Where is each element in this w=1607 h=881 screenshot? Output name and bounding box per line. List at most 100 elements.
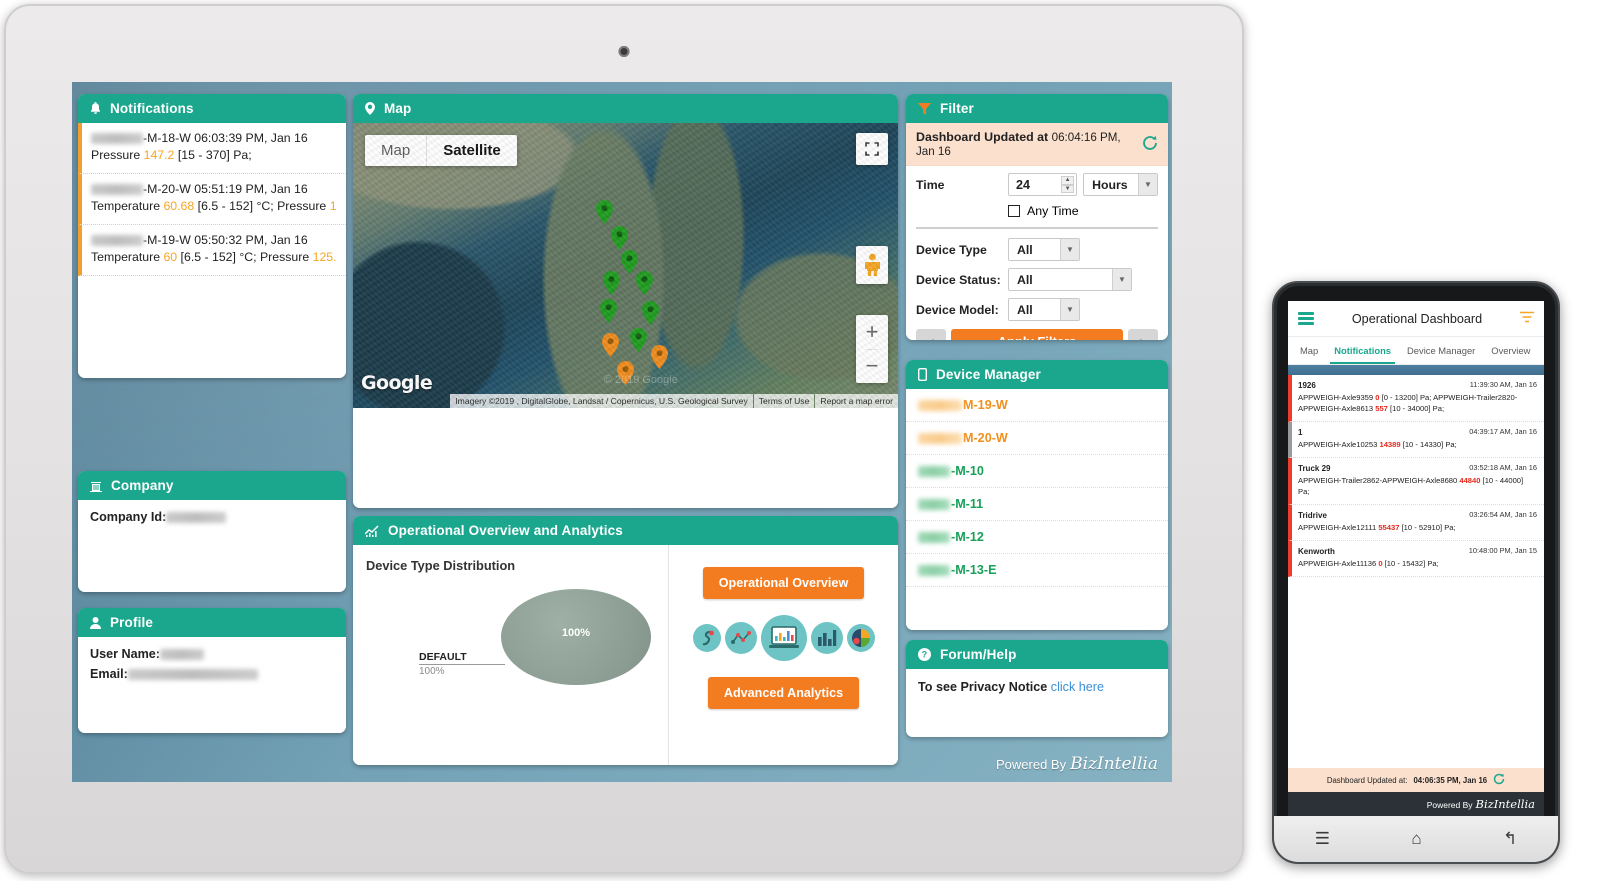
advanced-analytics-button[interactable]: Advanced Analytics <box>707 677 860 709</box>
map-marker-pin[interactable] <box>602 333 619 357</box>
map-marker-pin[interactable] <box>651 345 668 369</box>
pie-legend-label: DEFAULT <box>419 651 467 663</box>
device-list-item[interactable]: -M-12 <box>906 521 1168 554</box>
home-icon[interactable]: ⌂ <box>1411 829 1421 849</box>
pie-chart-icon[interactable] <box>846 624 875 652</box>
profile-body: User Name: Email: <box>78 637 346 733</box>
device-type-select[interactable]: All ▼ <box>1008 238 1080 261</box>
map-marker-pin[interactable] <box>603 271 620 295</box>
privacy-notice-link[interactable]: click here <box>1051 680 1104 694</box>
chevron-down-icon[interactable]: ▼ <box>1060 239 1079 260</box>
map-marker-pin[interactable] <box>642 301 659 325</box>
phone-notification-timestamp: 03:26:54 AM, Jan 16 <box>1469 509 1537 519</box>
chevron-down-icon[interactable]: ▼ <box>1060 299 1079 320</box>
map-marker-pin[interactable] <box>600 299 617 323</box>
map-report-error-link[interactable]: Report a map error <box>815 394 898 408</box>
phone-notification-item[interactable]: 1 04:39:17 AM, Jan 16 APPWEIGH-Axle10253 … <box>1288 421 1544 459</box>
time-spinner[interactable]: ▲ ▼ <box>1061 176 1075 193</box>
notification-item[interactable]: -M-19-W 05:50:32 PM, Jan 16 Temperature … <box>78 224 346 276</box>
map-marker-pin[interactable] <box>621 250 638 274</box>
phone-notification-name: Truck 29 <box>1298 464 1331 474</box>
map-type-control[interactable]: Map Satellite <box>365 135 517 166</box>
device-list-item[interactable]: M-19-W <box>906 389 1168 422</box>
device-status-select[interactable]: All ▼ <box>1008 268 1132 291</box>
device-status-value: All <box>1017 272 1033 287</box>
time-filter-row: Time 24 ▲ ▼ Hours ▼ <box>906 166 1168 196</box>
privacy-notice-row: To see Privacy Notice click here <box>906 669 1168 705</box>
any-time-checkbox[interactable] <box>1008 205 1020 217</box>
filter-next-button[interactable]: > <box>1128 329 1158 340</box>
phone-notification-item[interactable]: 1926 11:39:30 AM, Jan 16 APPWEIGH-Axle935… <box>1288 375 1544 422</box>
bar-chart-icon[interactable] <box>810 622 843 654</box>
phone-notification-item[interactable]: Kenworth 10:48:00 PM, Jan 15 APPWEIGH-Axl… <box>1288 541 1544 578</box>
map-panel: Map Map Satellite + − © 2019 Google Goog… <box>353 94 898 508</box>
notification-item[interactable]: -M-18-W 06:03:39 PM, Jan 16 Pressure 147… <box>78 123 346 174</box>
phone-tab-device-manager[interactable]: Device Manager <box>1399 337 1483 364</box>
map-terms-link[interactable]: Terms of Use <box>753 394 815 408</box>
bell-icon <box>90 102 101 115</box>
laptop-dashboard-icon[interactable] <box>760 615 807 661</box>
mobile-device-icon <box>918 368 927 381</box>
spinner-up-icon[interactable]: ▲ <box>1061 176 1075 185</box>
device-list-item[interactable]: -M-10 <box>906 455 1168 488</box>
apply-filters-button[interactable]: Apply Filters <box>951 329 1123 340</box>
notifications-panel: Notifications -M-18-W 06:03:39 PM, Jan 1… <box>78 94 346 378</box>
fullscreen-icon[interactable] <box>856 133 888 165</box>
hamburger-icon[interactable] <box>1298 312 1314 325</box>
map-marker-pin[interactable] <box>630 328 647 352</box>
filter-title: Filter <box>940 101 974 116</box>
spinner-down-icon[interactable]: ▼ <box>1061 184 1075 193</box>
notifications-body: -M-18-W 06:03:39 PM, Jan 16 Pressure 147… <box>78 123 346 378</box>
device-list-item[interactable]: M-20-W <box>906 422 1168 455</box>
phone-tab-map[interactable]: Map <box>1292 337 1326 364</box>
phone-metric-range: [10 - 15432] Pa; <box>1382 559 1439 569</box>
phone-metric-text: APPWEIGH-Trailer2862-APPWEIGH-Axle8680 <box>1298 476 1460 486</box>
device-list-item[interactable]: -M-11 <box>906 488 1168 521</box>
time-value: 24 <box>1016 177 1031 192</box>
phone-metric-value: 44840 <box>1459 476 1481 486</box>
refresh-icon[interactable] <box>1493 773 1505 787</box>
refresh-icon[interactable] <box>1142 135 1158 154</box>
zoom-out-button[interactable]: − <box>866 350 879 384</box>
map-marker-pin[interactable] <box>611 226 628 250</box>
map-zoom-control[interactable]: + − <box>856 315 888 383</box>
map-type-satellite-button[interactable]: Satellite <box>426 135 517 166</box>
device-name: -M-13-E <box>951 563 997 577</box>
filter-prev-button[interactable]: < <box>916 329 946 340</box>
time-unit-select[interactable]: Hours ▼ <box>1083 173 1158 196</box>
phone-metric-range: [10 - 44000] <box>1480 476 1524 486</box>
route-icon[interactable] <box>692 624 721 652</box>
map-canvas[interactable]: Map Satellite + − © 2019 Google Google I… <box>353 123 898 408</box>
time-value-stepper[interactable]: 24 ▲ ▼ <box>1008 173 1078 196</box>
map-marker-pin[interactable] <box>617 361 634 385</box>
street-view-pegman-icon[interactable] <box>856 246 888 284</box>
tablet-device: Notifications -M-18-W 06:03:39 PM, Jan 1… <box>4 4 1244 874</box>
phone-tab-overview[interactable]: Overview <box>1483 337 1538 364</box>
time-label: Time <box>916 177 945 192</box>
phone-app-bar: Operational Dashboard <box>1288 301 1544 337</box>
phone-tab-notifications[interactable]: Notifications <box>1326 337 1399 364</box>
phone-notification-item[interactable]: Truck 29 03:52:18 AM, Jan 16 APPWEIGH-Tra… <box>1288 458 1544 505</box>
device-model-select[interactable]: All ▼ <box>1008 298 1080 321</box>
back-icon[interactable]: ↰ <box>1503 829 1517 849</box>
notification-item[interactable]: -M-20-W 05:51:19 PM, Jan 16 Temperature … <box>78 173 346 225</box>
map-marker-pin[interactable] <box>636 271 653 295</box>
any-time-row[interactable]: Any Time <box>906 196 1168 218</box>
phone-notification-item[interactable]: Tridrive 03:26:54 AM, Jan 16 APPWEIGH-Axl… <box>1288 504 1544 542</box>
phone-notification-name: 1 <box>1298 427 1303 437</box>
phone-metric-value: 14389 <box>1379 440 1401 450</box>
operational-overview-button[interactable]: Operational Overview <box>702 567 865 599</box>
username-row: User Name: <box>78 637 346 661</box>
scatter-network-icon[interactable] <box>724 622 757 654</box>
device-list-item[interactable]: -M-13-E <box>906 554 1168 587</box>
recents-icon[interactable]: ☰ <box>1315 829 1330 849</box>
redacted-device-prefix <box>918 433 962 444</box>
filter-icon[interactable] <box>1520 310 1534 328</box>
redacted-email <box>127 669 258 680</box>
map-marker-pin[interactable] <box>596 200 613 224</box>
chevron-down-icon[interactable]: ▼ <box>1112 269 1131 290</box>
map-type-map-button[interactable]: Map <box>365 135 426 166</box>
powered-by-footer: Powered By BizIntellia <box>996 754 1158 774</box>
zoom-in-button[interactable]: + <box>865 315 879 350</box>
chevron-down-icon[interactable]: ▼ <box>1138 174 1157 195</box>
